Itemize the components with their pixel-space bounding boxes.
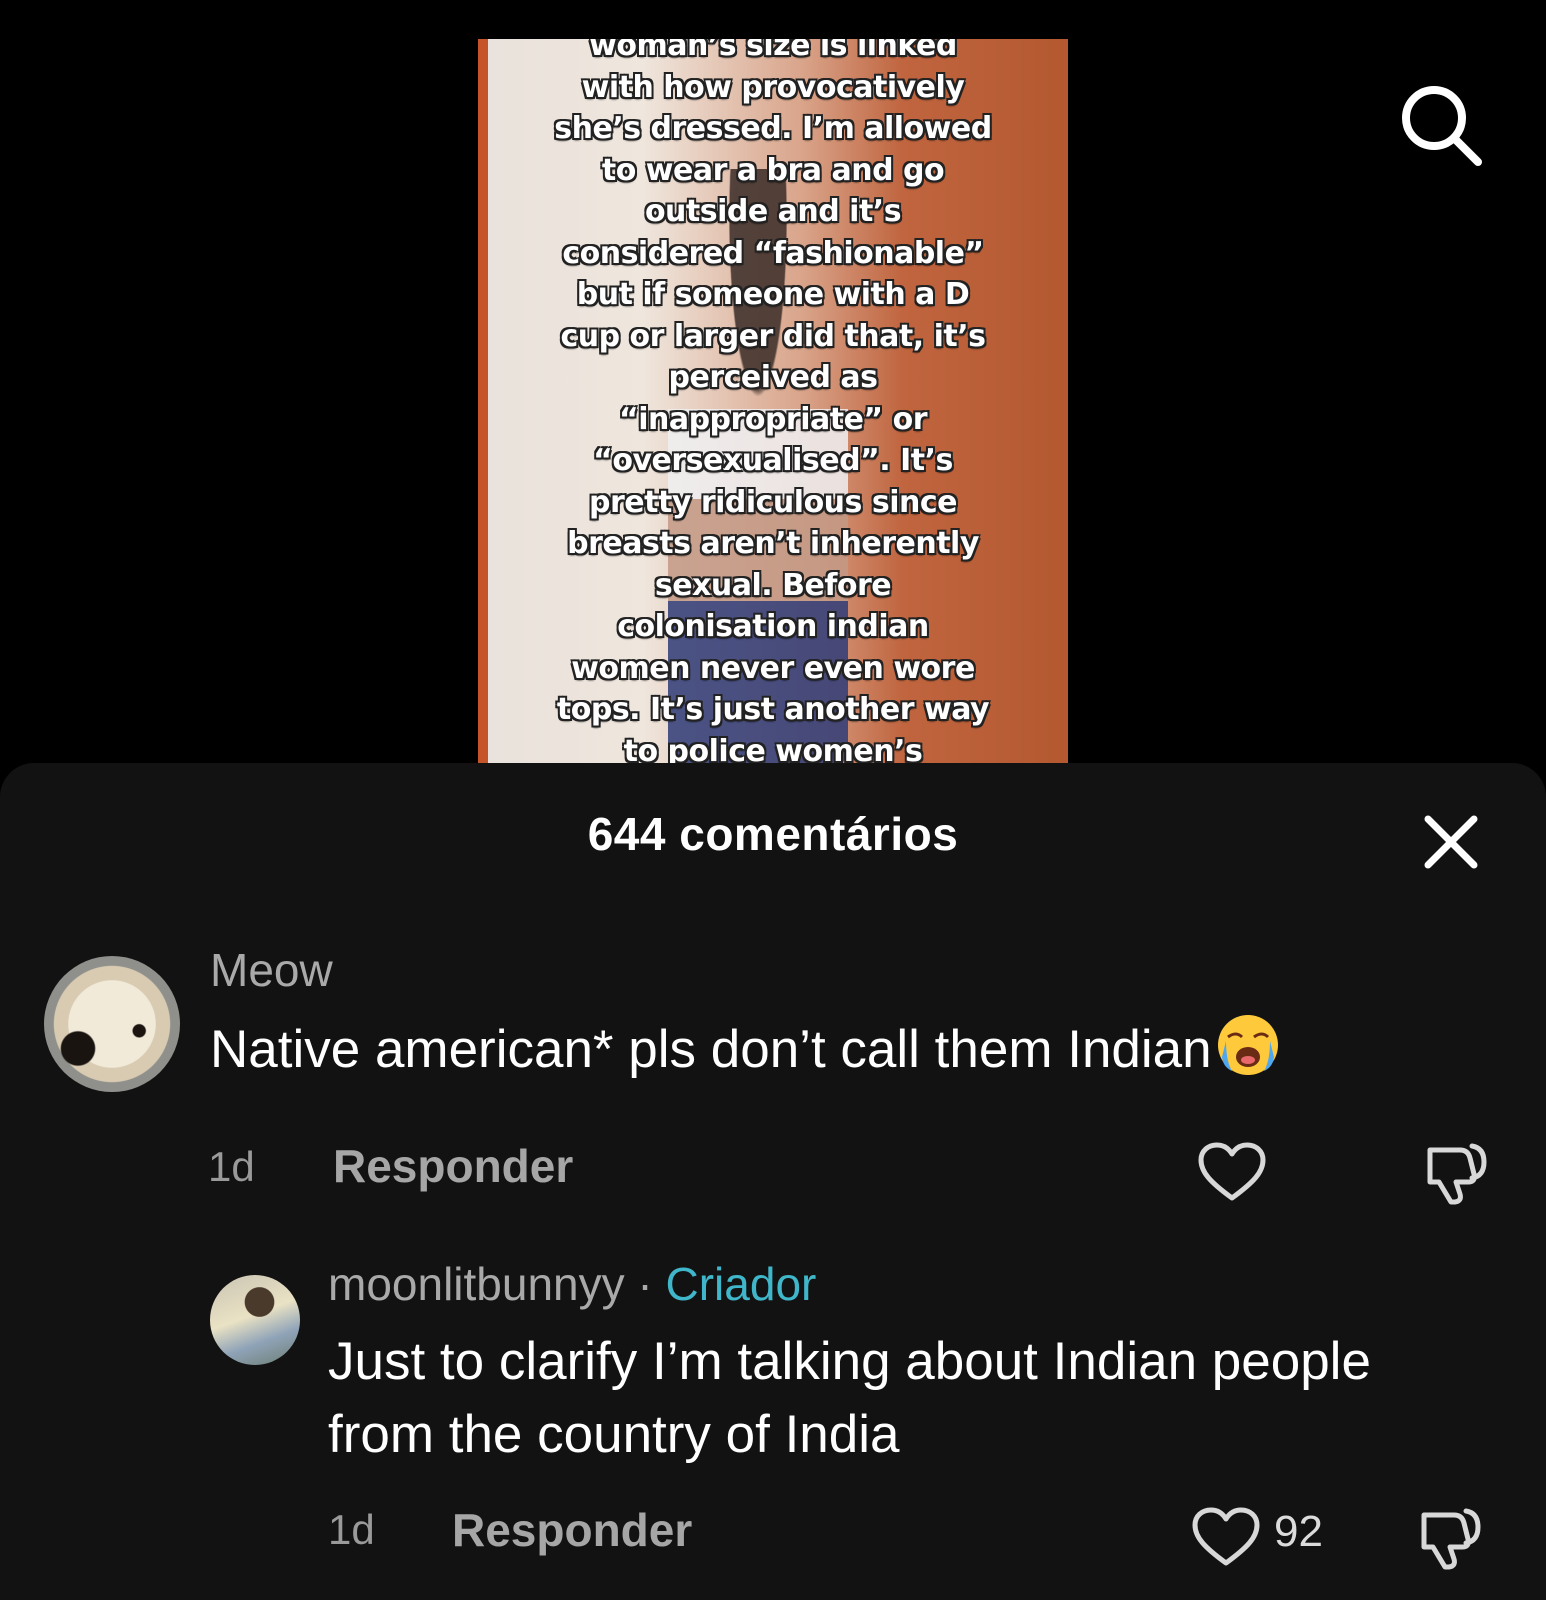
heart-icon [1192,1507,1260,1566]
video-caption-overlay: woman’s size is linked with how provocat… [554,39,992,765]
comment-item: Meow Native american* pls don’t call the… [0,763,1546,1223]
dislike-button[interactable] [1416,1503,1484,1571]
comment-text-content: Native american* pls don’t call them Ind… [210,1020,1212,1079]
heart-icon [1198,1142,1266,1201]
thumbs-down-icon [1421,1508,1481,1570]
comment-text: Native american* pls don’t call them Ind… [210,1013,1500,1086]
video-area[interactable]: woman’s size is linked with how provocat… [0,0,1546,765]
comment-username[interactable]: Meow [210,943,333,997]
thumbs-down-icon [1427,1143,1487,1205]
comment-username[interactable]: moonlitbunnyy [328,1258,625,1310]
comments-panel: 644 comentários Meow Native american* pl… [0,763,1546,1600]
video-thumbnail[interactable]: woman’s size is linked with how provocat… [478,39,1068,765]
dislike-button[interactable] [1422,1138,1490,1206]
like-button[interactable] [1196,1140,1268,1204]
comment-text: Just to clarify I’m talking about Indian… [328,1332,1371,1464]
comment-username-row: moonlitbunnyy · Criador [328,1257,816,1311]
search-button[interactable] [1396,80,1486,170]
comment-timestamp: 1d [208,1143,255,1190]
like-button[interactable] [1190,1505,1262,1569]
reply-button[interactable]: Responder [452,1503,692,1557]
creator-badge: Criador [665,1258,817,1310]
comment-timestamp: 1d [328,1506,375,1553]
like-count: 92 [1274,1507,1323,1556]
username-separator: · [637,1258,653,1310]
avatar[interactable] [44,956,180,1092]
avatar[interactable] [210,1275,300,1365]
reply-button[interactable]: Responder [333,1139,573,1193]
comment-item: moonlitbunnyy · Criador Just to clarify … [0,1223,1546,1600]
search-icon [1402,86,1482,166]
loudly-crying-face-emoji-icon [1217,1015,1278,1075]
